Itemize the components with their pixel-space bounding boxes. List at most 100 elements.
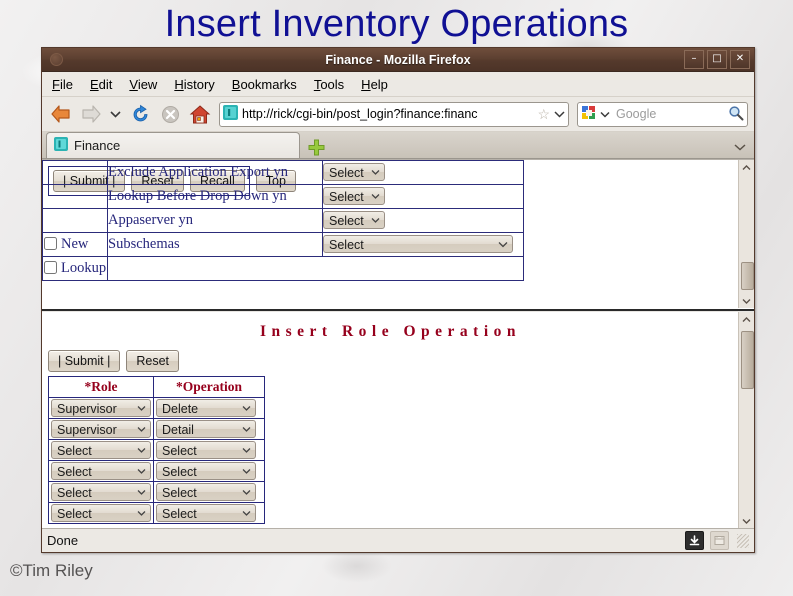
close-button[interactable]: ✕ bbox=[730, 50, 750, 69]
google-logo-icon[interactable] bbox=[581, 105, 597, 124]
exclude-application-export-select[interactable]: Select bbox=[323, 163, 385, 181]
table-row: Lookup Before Drop Down yn Select bbox=[42, 184, 524, 209]
history-dropdown-chevron-down-icon[interactable] bbox=[108, 101, 123, 127]
checkbox-cell-empty bbox=[42, 184, 108, 209]
menu-item-bookmarks[interactable]: Bookmarks bbox=[232, 77, 297, 92]
url-dropdown-chevron-down-icon[interactable] bbox=[554, 110, 565, 118]
slide-title: Insert Inventory Operations bbox=[164, 3, 629, 45]
operation-select[interactable]: Detail bbox=[156, 420, 256, 438]
operation-select[interactable]: Select bbox=[156, 462, 256, 480]
operation-cell: Detail bbox=[153, 418, 265, 440]
lookup-before-drop-down-select[interactable]: Select bbox=[323, 187, 385, 205]
menu-item-tools[interactable]: Tools bbox=[314, 77, 344, 92]
search-magnifier-icon[interactable] bbox=[728, 105, 744, 124]
search-engine-chevron-down-icon[interactable] bbox=[600, 107, 610, 121]
row-field: Select bbox=[322, 160, 524, 185]
window-menu-icon[interactable] bbox=[50, 53, 63, 66]
resize-grip[interactable] bbox=[737, 533, 749, 548]
bottom-frame: Insert Role Operation | Submit | Reset *… bbox=[42, 312, 754, 528]
sidebar-panel-icon[interactable] bbox=[710, 531, 729, 550]
minimize-button[interactable]: – bbox=[684, 50, 704, 69]
table-row: Appaserver yn Select bbox=[42, 208, 524, 233]
role-cell: Select bbox=[48, 439, 154, 461]
url-text: http://rick/cgi-bin/post_login?finance:f… bbox=[242, 107, 478, 121]
operation-cell: Delete bbox=[153, 397, 265, 419]
menu-item-file[interactable]: File bbox=[52, 77, 73, 92]
table-header-row: *Role *Operation bbox=[48, 376, 265, 398]
operation-cell: Select bbox=[153, 502, 265, 524]
role-select[interactable]: Select bbox=[51, 462, 151, 480]
browser-window: Finance - Mozilla Firefox – □ ✕ File Edi… bbox=[41, 47, 755, 553]
lookup-checkbox-cell: Lookup bbox=[42, 256, 108, 281]
role-select[interactable]: Select bbox=[51, 483, 151, 501]
scroll-down-icon[interactable] bbox=[739, 293, 754, 308]
column-header-role: *Role bbox=[48, 376, 154, 398]
menu-item-history[interactable]: History bbox=[174, 77, 214, 92]
operation-cell: Select bbox=[153, 481, 265, 503]
table-row: Supervisor Detail bbox=[48, 418, 265, 440]
window-title: Finance - Mozilla Firefox bbox=[325, 52, 471, 67]
site-identity-favicon bbox=[223, 105, 238, 123]
top-frame-scrollbar[interactable] bbox=[738, 160, 754, 308]
row-field: Select bbox=[322, 208, 524, 233]
scroll-up-icon[interactable] bbox=[739, 312, 754, 327]
role-select[interactable]: Supervisor bbox=[51, 399, 151, 417]
search-input[interactable]: Google bbox=[613, 107, 725, 121]
stop-icon bbox=[157, 101, 183, 127]
page-content: Exclude Application Export yn Select Loo… bbox=[42, 159, 754, 528]
maximize-button[interactable]: □ bbox=[707, 50, 727, 69]
role-select[interactable]: Supervisor bbox=[51, 420, 151, 438]
search-bar[interactable]: Google bbox=[577, 101, 748, 127]
row-field: Select bbox=[322, 232, 524, 257]
scroll-thumb[interactable] bbox=[741, 262, 754, 290]
table-row: Exclude Application Export yn Select bbox=[42, 160, 524, 185]
operation-select[interactable]: Select bbox=[156, 504, 256, 522]
role-cell: Supervisor bbox=[48, 397, 154, 419]
bottom-frame-document: Insert Role Operation | Submit | Reset *… bbox=[42, 312, 739, 528]
lookup-checkbox[interactable] bbox=[44, 261, 57, 274]
operation-select[interactable]: Delete bbox=[156, 399, 256, 417]
bottom-frame-scrollbar[interactable] bbox=[738, 312, 754, 528]
tab-finance[interactable]: Finance bbox=[46, 132, 300, 158]
tab-label: Finance bbox=[74, 138, 121, 153]
role-cell: Supervisor bbox=[48, 418, 154, 440]
table-row: Select Select bbox=[48, 439, 265, 461]
status-bar: Done bbox=[42, 528, 754, 552]
menu-item-edit[interactable]: Edit bbox=[90, 77, 112, 92]
scroll-down-icon[interactable] bbox=[739, 513, 754, 528]
row-label: Appaserver yn bbox=[107, 208, 323, 233]
role-cell: Select bbox=[48, 502, 154, 524]
subschemas-select[interactable]: Select bbox=[323, 235, 513, 253]
new-checkbox-label: New bbox=[61, 236, 89, 252]
menu-item-help[interactable]: Help bbox=[361, 77, 388, 92]
reload-icon[interactable] bbox=[127, 101, 153, 127]
tab-list-chevron-down-icon[interactable] bbox=[734, 140, 746, 154]
tab-bar: Finance bbox=[42, 132, 754, 159]
menu-item-view[interactable]: View bbox=[129, 77, 157, 92]
role-select[interactable]: Select bbox=[51, 441, 151, 459]
scroll-thumb[interactable] bbox=[741, 331, 754, 389]
role-select[interactable]: Select bbox=[51, 504, 151, 522]
reset-button[interactable]: Reset bbox=[126, 350, 179, 372]
scroll-up-icon[interactable] bbox=[739, 160, 754, 175]
url-bar[interactable]: http://rick/cgi-bin/post_login?finance:f… bbox=[219, 101, 569, 127]
new-checkbox-cell: New bbox=[42, 232, 108, 257]
new-tab-button[interactable] bbox=[303, 136, 329, 158]
checkbox-cell-empty bbox=[42, 160, 108, 185]
role-cell: Select bbox=[48, 481, 154, 503]
top-frame-document: Exclude Application Export yn Select Loo… bbox=[42, 160, 739, 308]
table-row: Select Select bbox=[48, 481, 265, 503]
appaserver-yn-select[interactable]: Select bbox=[323, 211, 385, 229]
new-checkbox[interactable] bbox=[44, 237, 57, 250]
home-icon[interactable] bbox=[187, 101, 213, 127]
bookmark-star-icon[interactable]: ☆ bbox=[537, 106, 550, 123]
inventory-attributes-table: Exclude Application Export yn Select Loo… bbox=[42, 160, 524, 281]
operation-select[interactable]: Select bbox=[156, 483, 256, 501]
status-text: Done bbox=[47, 533, 79, 548]
submit-button[interactable]: | Submit | bbox=[48, 350, 121, 372]
operation-select[interactable]: Select bbox=[156, 441, 256, 459]
download-icon[interactable] bbox=[685, 531, 704, 550]
insert-role-operation-title: Insert Role Operation bbox=[259, 323, 521, 340]
operation-cell: Select bbox=[153, 460, 265, 482]
back-arrow-icon[interactable] bbox=[48, 101, 74, 127]
